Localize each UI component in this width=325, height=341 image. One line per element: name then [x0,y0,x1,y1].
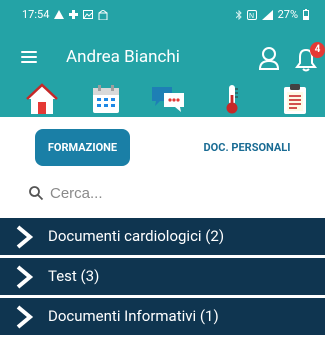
tab-formazione[interactable]: FORMAZIONE [35,129,130,166]
search-icon [29,186,44,201]
search-bar [0,177,325,211]
clipboard-icon[interactable] [282,83,322,115]
battery-percent: 27% [277,8,298,21]
thermometer-icon[interactable] [222,83,262,115]
status-bar: 17:54 N 27% [0,0,325,28]
header: 17:54 N 27% Andrea Bianchi 4 [0,0,325,117]
status-right: N 27% [235,8,309,21]
signal-icon [261,9,273,20]
tab-bar: FORMAZIONE DOC. PERSONALI [0,117,325,179]
page-title: Andrea Bianchi [66,47,180,67]
warning-icon [54,10,65,19]
battery-icon [303,9,309,20]
icon-nav [0,83,325,117]
status-left: 17:54 [22,8,108,21]
user-icon[interactable] [258,46,280,70]
app-screen: 17:54 N 27% Andrea Bianchi 4 FORMAZIONE … [0,0,325,341]
app-bar: Andrea Bianchi [0,42,325,82]
tab-doc-personali[interactable]: DOC. PERSONALI [182,129,312,166]
document-list: Documenti cardiologici (2) Test (3) Docu… [0,218,325,338]
nfc-icon: N [246,9,257,20]
list-item-label: Documenti cardiologici (2) [48,227,225,245]
chevron-right-icon [16,225,34,249]
svg-text:N: N [249,13,254,20]
status-time: 17:54 [22,8,50,21]
home-icon[interactable] [25,83,65,115]
list-item[interactable]: Documenti Informativi (1) [0,298,325,335]
building-icon [98,9,108,20]
chat-icon[interactable] [150,83,190,115]
gallery-icon [83,10,94,19]
list-item-label: Test (3) [48,267,100,285]
bluetooth-icon [235,9,242,20]
menu-icon[interactable] [21,50,39,64]
chevron-right-icon [16,265,34,289]
list-item[interactable]: Test (3) [0,258,325,295]
list-item[interactable]: Documenti cardiologici (2) [0,218,325,255]
calendar-icon[interactable] [90,83,130,115]
search-input[interactable] [50,179,310,207]
notification-badge: 4 [310,42,325,58]
chevron-right-icon [16,305,34,329]
list-item-label: Documenti Informativi (1) [48,307,219,325]
cross-icon [69,10,79,19]
